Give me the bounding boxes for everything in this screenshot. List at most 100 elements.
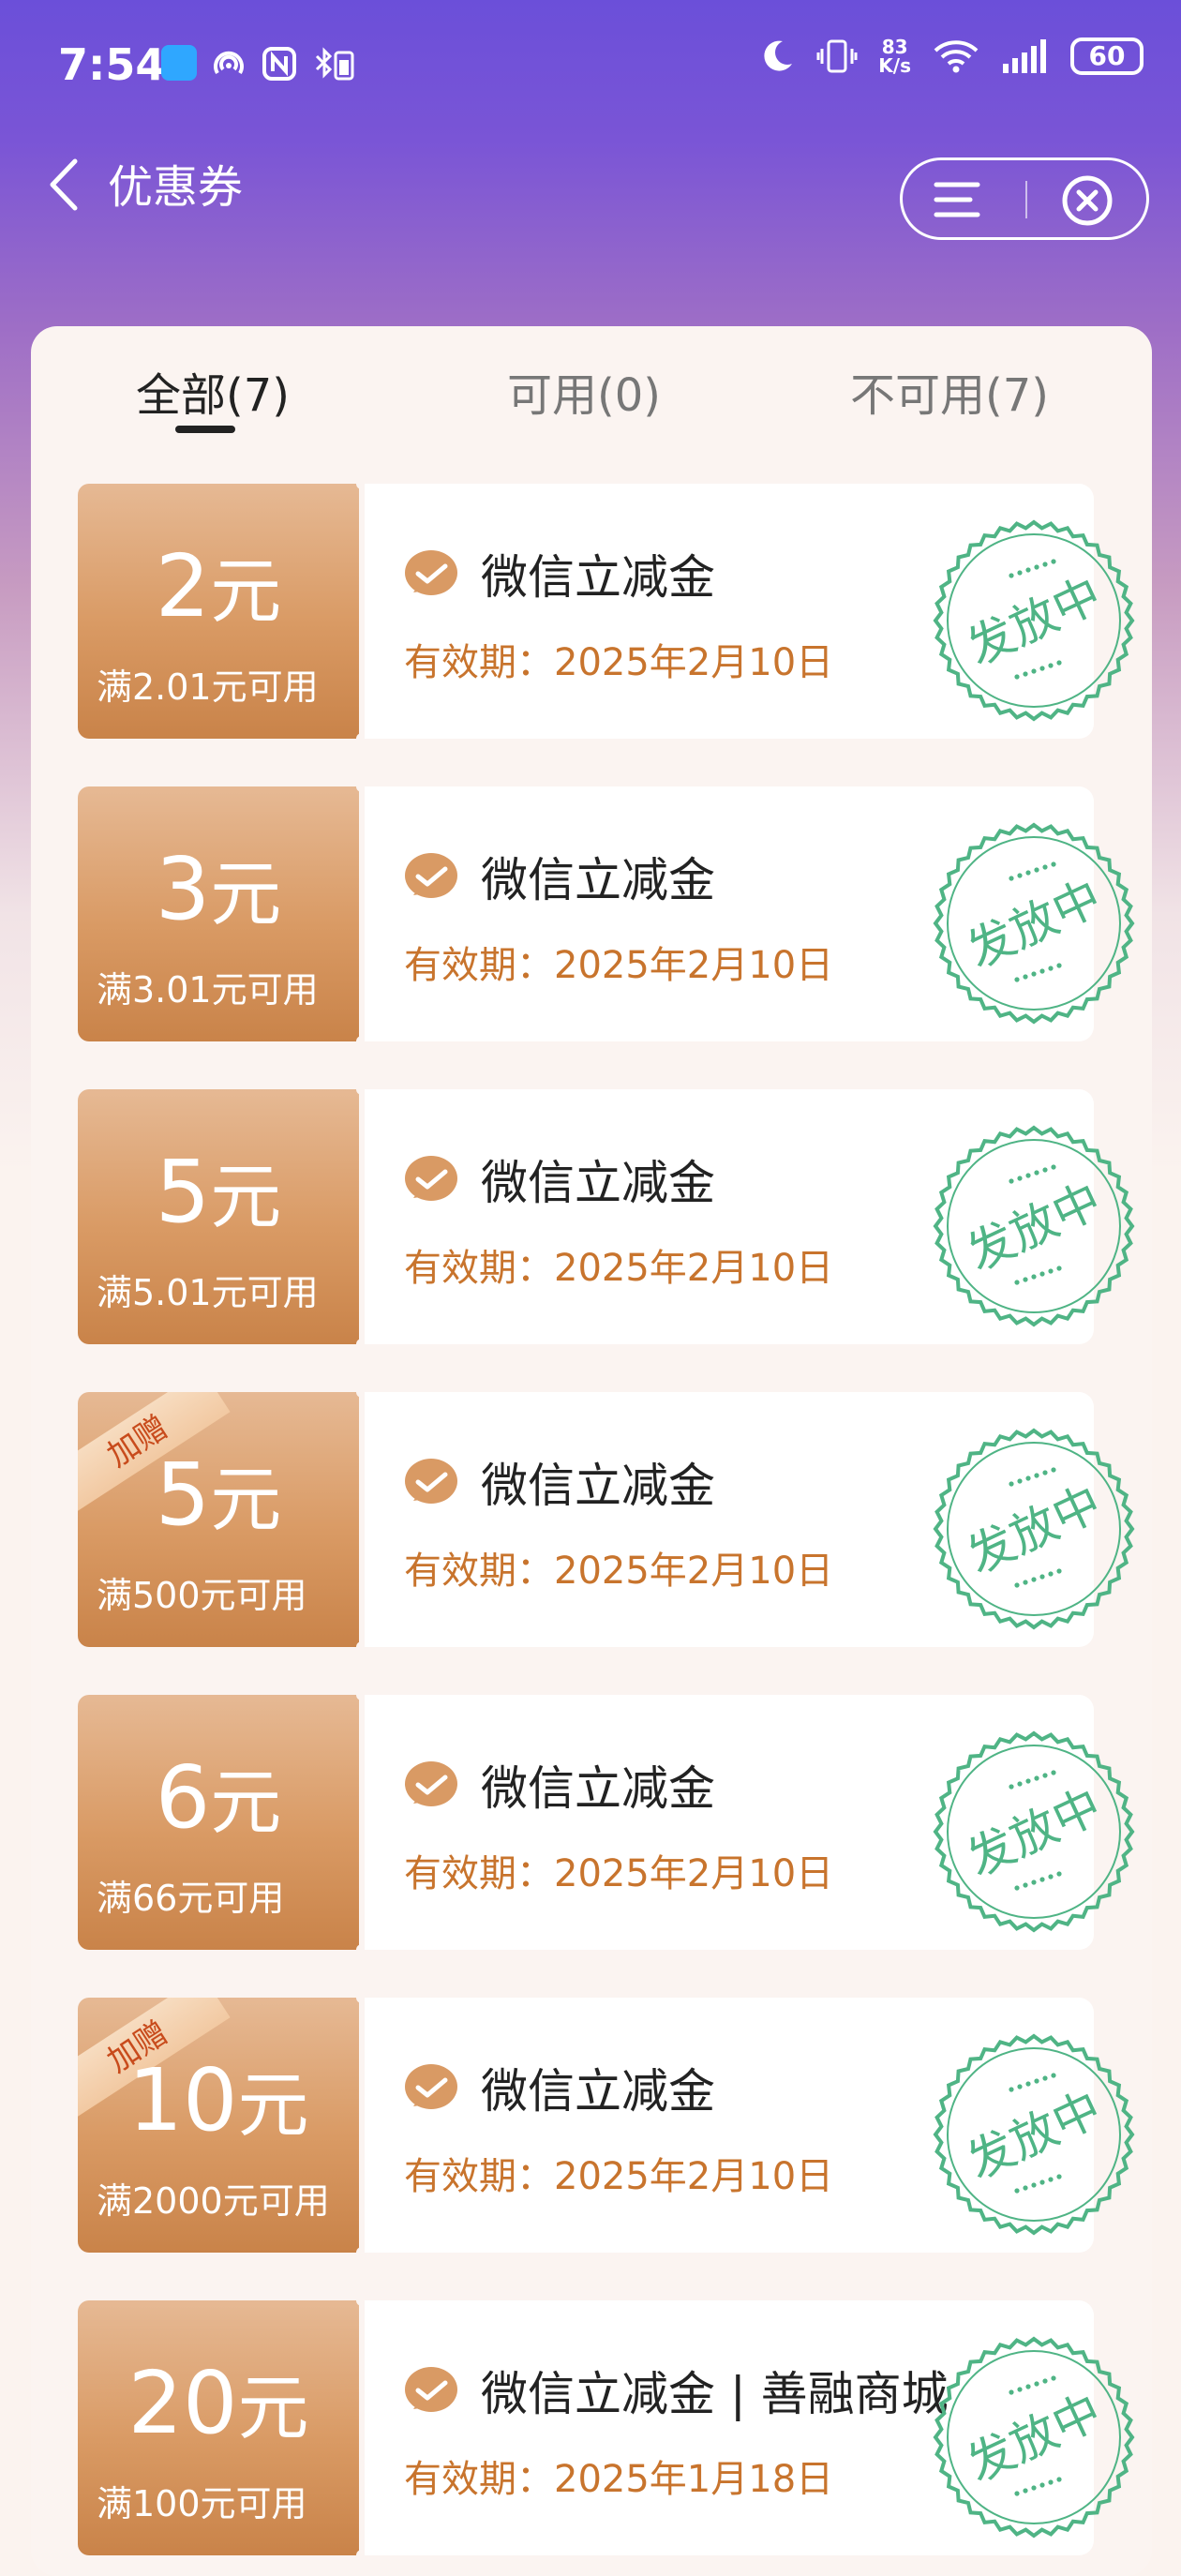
tab-available[interactable]: 可用(0)	[507, 358, 661, 424]
issuing-stamp: 发放中	[931, 2334, 1137, 2540]
stamp-label: 发放中	[959, 870, 1109, 979]
coupon-value-panel: 6元满66元可用	[78, 1695, 359, 1950]
status-time: 7:54	[58, 39, 165, 90]
coupon-amount: 6元	[78, 1751, 359, 1850]
wechat-pay-icon	[404, 1153, 458, 1207]
coupon-item[interactable]: 3元满3.01元可用微信立减金有效期：2025年2月10日发放中	[78, 786, 1094, 1041]
issuing-stamp: 发放中	[931, 517, 1137, 724]
coupon-amount-unit: 元	[210, 852, 281, 936]
coupon-condition: 满5.01元可用	[97, 1264, 319, 1315]
wechat-pay-icon	[404, 547, 458, 602]
coupon-condition: 满3.01元可用	[97, 961, 319, 1012]
coupon-item[interactable]: 6元满66元可用微信立减金有效期：2025年2月10日发放中	[78, 1695, 1094, 1950]
coupon-detail-panel: 微信立减金有效期：2025年2月10日发放中	[365, 484, 1094, 739]
coupon-condition: 满2.01元可用	[97, 658, 319, 710]
coupon-amount-unit: 元	[210, 549, 281, 633]
coupon-item[interactable]: 2元满2.01元可用微信立减金有效期：2025年2月10日发放中	[78, 484, 1094, 739]
bluetooth-battery-icon	[311, 45, 358, 82]
active-tab-indicator	[175, 426, 235, 433]
coupon-detail-panel: 微信立减金有效期：2025年2月10日发放中	[365, 786, 1094, 1041]
coupon-expiry: 有效期：2025年2月10日	[404, 1237, 833, 1292]
issuing-stamp: 发放中	[931, 1123, 1137, 1329]
coupon-amount-unit: 元	[210, 1458, 281, 1541]
coupon-value-panel: 加赠5元满500元可用	[78, 1392, 359, 1647]
coupon-condition: 满66元可用	[97, 1869, 284, 1921]
coupon-detail-panel: 微信立减金 | 善融商城有效期：2025年1月18日发放中	[365, 2300, 1094, 2555]
coupon-amount-value: 3	[156, 839, 211, 939]
wechat-pay-icon	[404, 850, 458, 905]
coupon-amount-value: 10	[127, 2050, 237, 2150]
message-icon	[161, 45, 197, 81]
coupon-condition: 满500元可用	[97, 1566, 307, 1618]
wechat-pay-icon	[404, 1759, 458, 1813]
moon-icon	[758, 37, 796, 75]
coupon-value-panel: 加赠10元满2000元可用	[78, 1998, 359, 2253]
back-chevron-icon[interactable]	[45, 157, 82, 212]
coupon-expiry: 有效期：2025年2月10日	[404, 632, 833, 686]
coupon-amount: 5元	[78, 1448, 359, 1547]
stamp-label: 发放中	[959, 1778, 1109, 1887]
coupon-amount-value: 5	[156, 1445, 211, 1545]
coupon-expiry: 有效期：2025年2月10日	[404, 2146, 833, 2200]
coupon-name: 微信立减金 | 善融商城	[481, 2357, 949, 2424]
signal-icon	[1001, 37, 1050, 75]
coupon-amount-unit: 元	[238, 2063, 309, 2147]
coupon-amount-unit: 元	[210, 1760, 281, 1844]
coupon-detail-panel: 微信立减金有效期：2025年2月10日发放中	[365, 1998, 1094, 2253]
issuing-stamp: 发放中	[931, 1729, 1137, 1935]
status-bar: 7:54 83K/s 60	[0, 0, 1181, 131]
status-system-icons: 83K/s 60	[758, 37, 1144, 75]
coupon-amount-value: 5	[156, 1142, 211, 1242]
coupon-condition: 满2000元可用	[97, 2172, 330, 2224]
coupon-value-panel: 20元满100元可用	[78, 2300, 359, 2555]
page-title: 优惠券	[108, 150, 243, 216]
coupon-item[interactable]: 5元满5.01元可用微信立减金有效期：2025年2月10日发放中	[78, 1089, 1094, 1344]
coupon-expiry: 有效期：2025年1月18日	[404, 2449, 833, 2503]
coupon-expiry: 有效期：2025年2月10日	[404, 935, 833, 989]
menu-icon[interactable]	[931, 173, 983, 226]
nfc-scan-icon	[210, 45, 247, 82]
coupon-condition: 满100元可用	[97, 2475, 307, 2526]
coupon-amount-unit: 元	[238, 2366, 309, 2449]
wechat-pay-icon	[404, 2061, 458, 2116]
issuing-stamp: 发放中	[931, 1426, 1137, 1632]
stamp-label: 发放中	[959, 2384, 1109, 2493]
vibrate-icon	[816, 37, 858, 75]
coupon-item[interactable]: 加赠5元满500元可用微信立减金有效期：2025年2月10日发放中	[78, 1392, 1094, 1647]
coupon-item[interactable]: 加赠10元满2000元可用微信立减金有效期：2025年2月10日发放中	[78, 1998, 1094, 2253]
stamp-label: 发放中	[959, 1475, 1109, 1584]
coupon-amount: 5元	[78, 1146, 359, 1244]
tab-unavailable[interactable]: 不可用(7)	[850, 358, 1049, 424]
coupon-value-panel: 5元满5.01元可用	[78, 1089, 359, 1344]
tab-all[interactable]: 全部(7)	[136, 358, 290, 424]
wechat-pay-icon	[404, 1456, 458, 1510]
coupon-amount-value: 6	[156, 1747, 211, 1848]
stamp-label: 发放中	[959, 2081, 1109, 2190]
coupon-value-panel: 2元满2.01元可用	[78, 484, 359, 739]
coupon-name: 微信立减金	[481, 540, 715, 607]
close-icon[interactable]	[1060, 173, 1114, 228]
coupon-amount-unit: 元	[210, 1155, 281, 1238]
coupon-detail-panel: 微信立减金有效期：2025年2月10日发放中	[365, 1089, 1094, 1344]
tab-bar: 全部(7) 可用(0) 不可用(7)	[31, 326, 1152, 439]
status-notification-icons	[161, 45, 358, 82]
coupon-name: 微信立减金	[481, 843, 715, 910]
nfc-icon	[261, 45, 298, 82]
wechat-pay-icon	[404, 2364, 458, 2419]
issuing-stamp: 发放中	[931, 820, 1137, 1026]
coupon-item[interactable]: 20元满100元可用微信立减金 | 善融商城有效期：2025年1月18日发放中	[78, 2300, 1094, 2555]
stamp-label: 发放中	[959, 567, 1109, 676]
coupon-amount-value: 20	[127, 2353, 237, 2453]
mini-program-capsule	[900, 157, 1149, 240]
stamp-label: 发放中	[959, 1173, 1109, 1281]
battery-icon: 60	[1070, 37, 1144, 75]
coupon-amount-value: 2	[156, 536, 211, 637]
coupon-amount: 3元	[78, 843, 359, 941]
issuing-stamp: 发放中	[931, 2031, 1137, 2238]
coupon-name: 微信立减金	[481, 1751, 715, 1819]
coupon-name: 微信立减金	[481, 2054, 715, 2121]
coupon-name: 微信立减金	[481, 1448, 715, 1516]
wifi-icon	[932, 37, 980, 75]
net-speed: 83K/s	[878, 37, 911, 75]
coupon-amount: 10元	[78, 2054, 359, 2152]
